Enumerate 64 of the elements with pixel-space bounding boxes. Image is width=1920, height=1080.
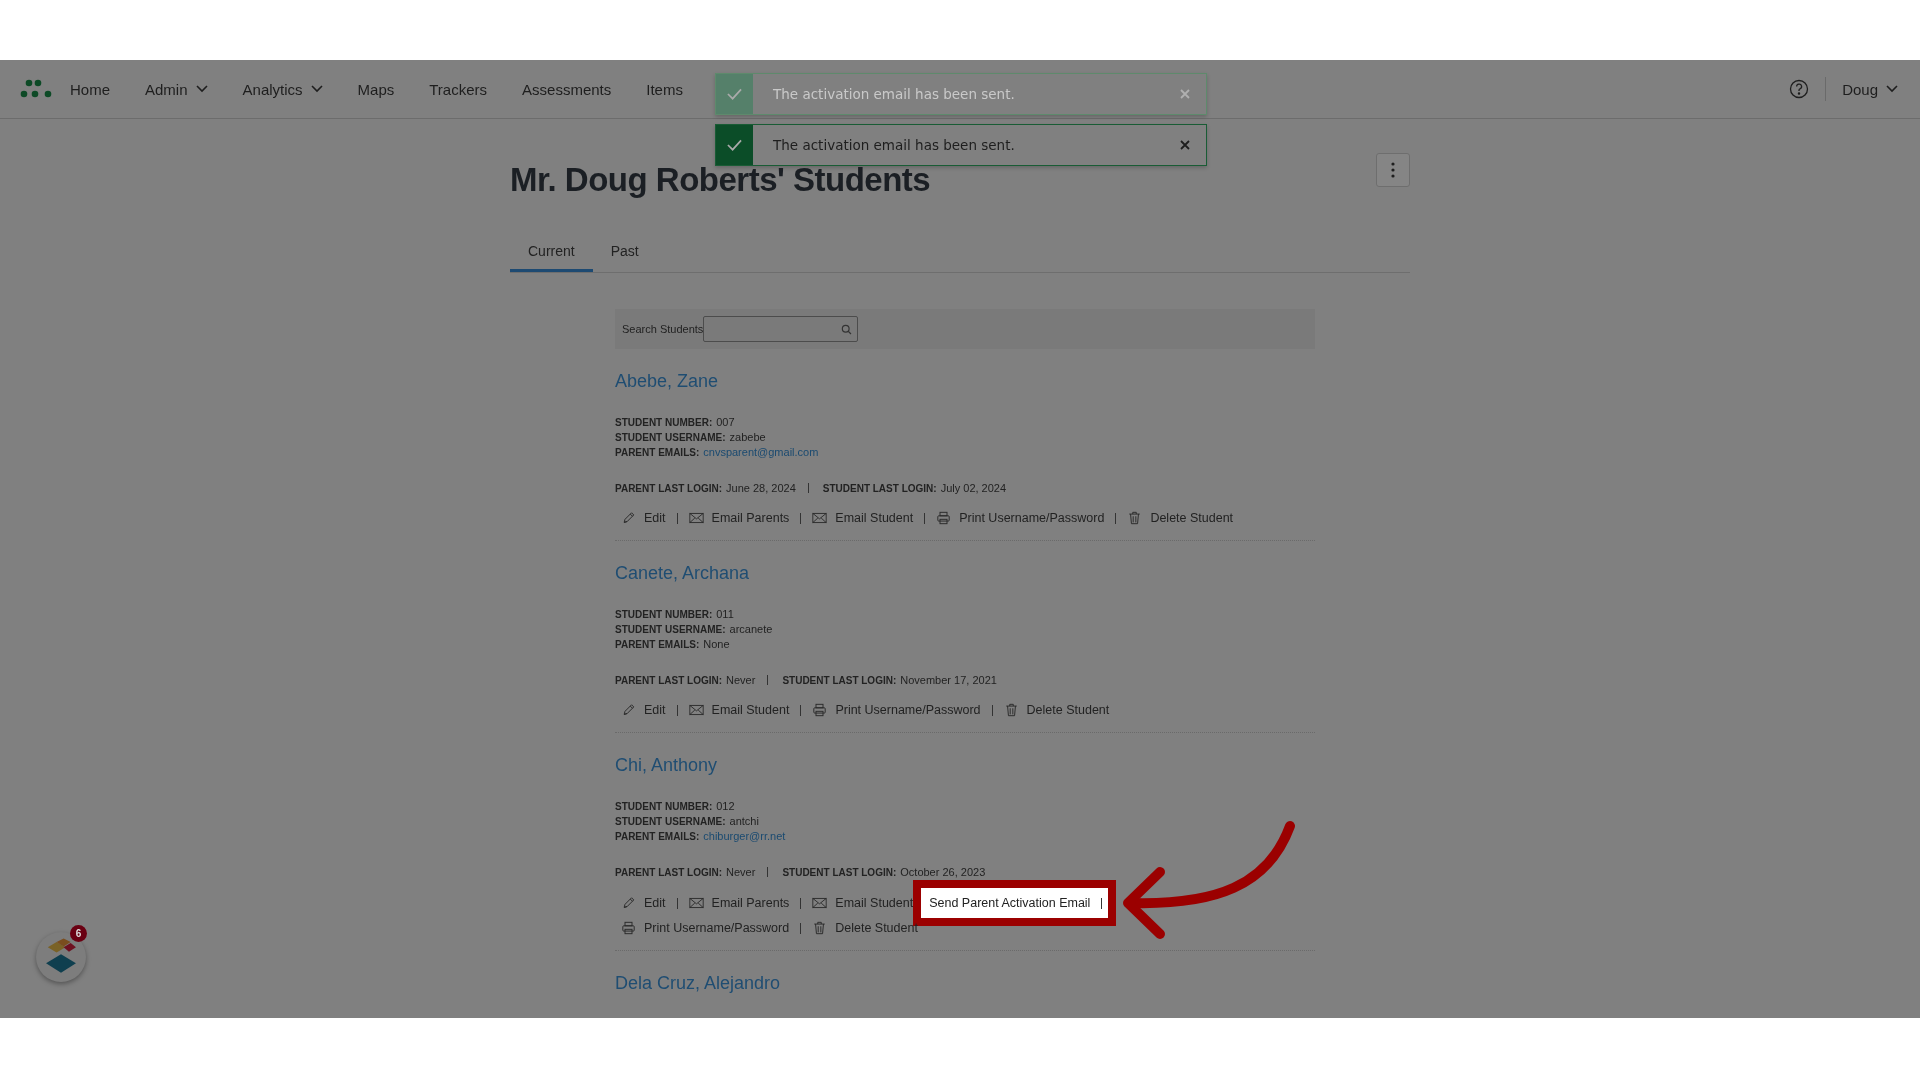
action-link[interactable]: Email Parents — [688, 896, 790, 910]
field-value: None — [703, 638, 730, 650]
field-value: October 26, 2023 — [900, 866, 986, 878]
field-label: STUDENT LAST LOGIN: — [782, 675, 897, 686]
action-link[interactable]: Email Parents — [688, 511, 790, 525]
action-link[interactable]: Send Parent Activation Email — [929, 896, 1091, 910]
search-label: Search Students — [622, 323, 704, 335]
action-link[interactable]: Delete Student — [1003, 703, 1110, 717]
action-link[interactable]: Print Username/Password — [621, 921, 790, 935]
nav-item[interactable]: Maps — [357, 80, 395, 98]
field-label: PARENT EMAILS: — [615, 447, 700, 458]
student-name-link[interactable]: Abebe, Zane — [615, 371, 719, 392]
action-link[interactable]: Print Username/Password — [812, 703, 981, 717]
field-value: Never — [726, 866, 756, 878]
nav-item[interactable]: Admin — [145, 80, 208, 98]
field-value: November 17, 2021 — [900, 674, 997, 686]
field-value: zabebe — [729, 431, 766, 443]
toast-message: The activation email has been sent. — [772, 86, 1016, 102]
student-name-link[interactable]: Canete, Archana — [615, 563, 750, 584]
field-label: STUDENT NUMBER: — [615, 417, 713, 428]
notification-badge: 6 — [70, 925, 87, 942]
field-value: 011 — [716, 608, 734, 620]
action-link[interactable]: Email Student — [688, 703, 790, 717]
email-link[interactable]: cnvsparent@gmail.com — [703, 446, 819, 458]
field-label: STUDENT USERNAME: — [615, 816, 726, 827]
nav-item[interactable]: Assessments — [522, 80, 612, 98]
student-name-link[interactable]: Chi, Anthony — [615, 755, 718, 776]
field-label: PARENT LAST LOGIN: — [615, 675, 723, 686]
action-link[interactable]: Edit — [621, 703, 666, 717]
field-label: STUDENT NUMBER: — [615, 801, 713, 812]
toast-message: The activation email has been sent. — [772, 137, 1016, 153]
field-value: 012 — [716, 800, 735, 812]
nav-item[interactable]: Trackers — [429, 80, 488, 98]
field-label: STUDENT USERNAME: — [615, 432, 726, 443]
field-label: STUDENT LAST LOGIN: — [822, 483, 937, 494]
action-link[interactable]: Email Student — [812, 511, 914, 525]
page-title: Mr. Doug Roberts' Students — [510, 161, 931, 199]
student-name-link[interactable]: Dela Cruz, Alejandro — [615, 973, 781, 994]
action-link[interactable]: Print Username/Password — [936, 511, 1105, 525]
field-value: arcanete — [729, 623, 773, 635]
field-label: PARENT LAST LOGIN: — [615, 867, 723, 878]
field-label: STUDENT USERNAME: — [615, 624, 726, 635]
field-label: PARENT EMAILS: — [615, 639, 700, 650]
field-value: June 28, 2024 — [726, 482, 796, 494]
action-link[interactable]: Email Student — [812, 896, 914, 910]
field-value: July 02, 2024 — [940, 482, 1007, 494]
action-link[interactable]: Edit — [621, 896, 666, 910]
email-link[interactable]: chiburger@rr.net — [703, 830, 786, 842]
action-link[interactable]: Delete Student — [812, 921, 918, 935]
action-link[interactable]: Delete Student — [1127, 511, 1234, 525]
nav-item[interactable]: Home — [70, 80, 110, 98]
field-label: PARENT LAST LOGIN: — [615, 483, 723, 494]
action-link[interactable]: Edit — [621, 511, 666, 525]
field-value: 007 — [716, 416, 735, 428]
user-menu[interactable]: Doug — [1842, 80, 1898, 98]
tab[interactable]: Past — [592, 235, 657, 272]
field-value: antchi — [729, 815, 759, 827]
nav-item[interactable]: Items — [646, 80, 683, 98]
tab[interactable]: Current — [510, 235, 593, 272]
field-value: Never — [726, 674, 756, 686]
field-label: STUDENT NUMBER: — [615, 609, 713, 620]
field-label: STUDENT LAST LOGIN: — [782, 867, 897, 878]
nav-item[interactable]: Analytics — [242, 80, 323, 98]
field-label: PARENT EMAILS: — [615, 831, 700, 842]
